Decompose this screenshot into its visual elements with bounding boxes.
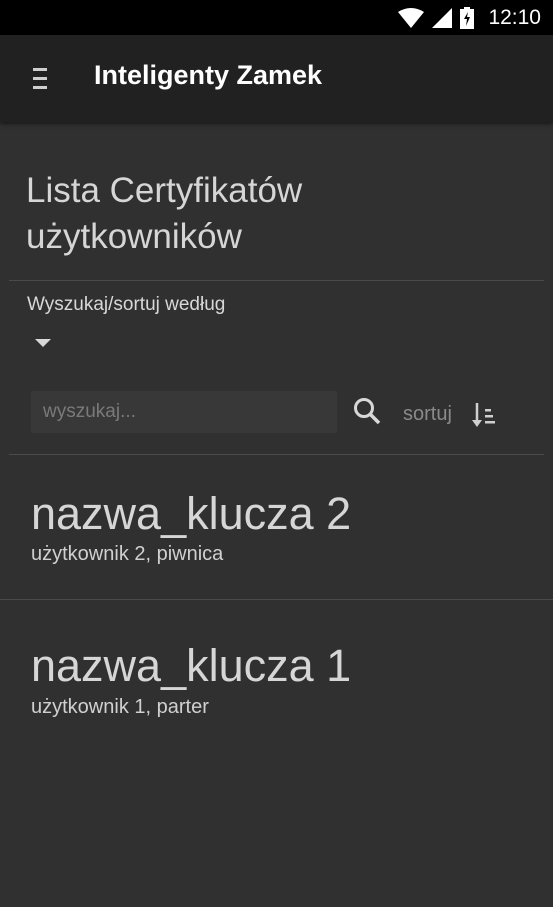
- app-title: Inteligenty Zamek: [94, 60, 323, 90]
- status-bar: 12:10: [0, 0, 553, 35]
- filter-dropdown[interactable]: [35, 339, 51, 347]
- list-item[interactable]: nazwa_klucza 2 użytkownik 2, piwnica: [0, 458, 553, 598]
- wifi-icon: [398, 7, 425, 28]
- page-title: Lista Certyfikatów użytkowników: [26, 171, 303, 256]
- item-name: nazwa_klucza 2: [31, 488, 352, 539]
- sort-label[interactable]: sortuj: [403, 403, 452, 426]
- status-time: 12:10: [488, 5, 541, 29]
- battery-charging-icon: [460, 6, 475, 29]
- item-subtitle: użytkownik 2, piwnica: [31, 543, 224, 565]
- search-icon[interactable]: [352, 396, 382, 426]
- app-bar: Inteligenty Zamek: [0, 35, 553, 122]
- sort-icon[interactable]: [472, 401, 498, 429]
- item-subtitle: użytkownik 1, parter: [31, 696, 209, 718]
- divider: [9, 454, 544, 455]
- item-name: nazwa_klucza 1: [31, 640, 352, 691]
- hamburger-icon[interactable]: [31, 68, 49, 90]
- signal-icon: [432, 7, 453, 28]
- divider: [0, 599, 553, 600]
- search-input[interactable]: [31, 391, 337, 433]
- list-item[interactable]: nazwa_klucza 1 użytkownik 1, parter: [0, 610, 553, 750]
- divider: [9, 280, 544, 281]
- filter-label: Wyszukaj/sortuj według: [27, 294, 226, 315]
